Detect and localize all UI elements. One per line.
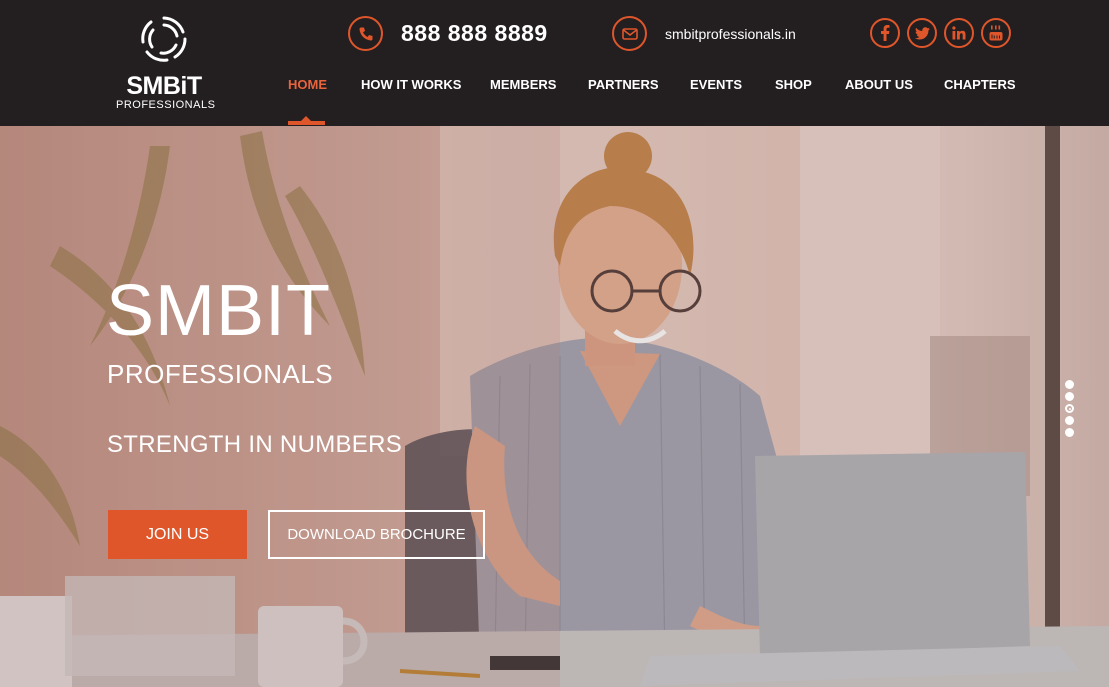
slider-pagination [1065, 380, 1074, 437]
hero-banner: SMBIT PROFESSIONALS STRENGTH IN NUMBERS … [0, 126, 1109, 687]
social-links [870, 18, 1011, 48]
logo-swirl-icon [141, 16, 187, 62]
nav-item-events[interactable]: EVENTS [690, 77, 742, 92]
slider-dot[interactable] [1065, 416, 1074, 425]
slider-dot-active[interactable] [1065, 404, 1074, 413]
slider-dot[interactable] [1065, 392, 1074, 401]
phone-contact[interactable]: 888 888 8889 [348, 16, 548, 51]
slider-dot[interactable] [1065, 428, 1074, 437]
phone-icon [348, 16, 383, 51]
slider-dot[interactable] [1065, 380, 1074, 389]
nav-item-members[interactable]: MEMBERS [490, 77, 556, 92]
nav-item-chapters[interactable]: CHAPTERS [944, 77, 1016, 92]
hero-subtitle: PROFESSIONALS [107, 359, 334, 389]
envelope-icon [612, 16, 647, 51]
hero-background-image [0, 126, 1109, 687]
hero-title: SMBIT [106, 271, 332, 351]
nav-item-shop[interactable]: SHOP [775, 77, 812, 92]
site-header: SMBiT PROFESSIONALS 888 888 8889 smbitpr… [0, 0, 1109, 126]
download-brochure-button[interactable]: DOWNLOAD BROCHURE [268, 510, 485, 559]
nav-item-home[interactable]: HOME [288, 77, 327, 92]
email-address[interactable]: smbitprofessionals.in [665, 26, 796, 42]
facebook-icon[interactable] [870, 18, 900, 48]
youtube-icon[interactable] [981, 18, 1011, 48]
join-us-button[interactable]: JOIN US [108, 510, 247, 559]
logo[interactable]: SMBiT PROFESSIONALS [116, 14, 216, 111]
email-contact[interactable]: smbitprofessionals.in [612, 16, 796, 51]
nav-item-how-it-works[interactable]: HOW IT WORKS [361, 77, 461, 92]
logo-brand: SMBiT [126, 72, 202, 100]
hero-tagline: STRENGTH IN NUMBERS [107, 431, 403, 458]
linkedin-icon[interactable] [944, 18, 974, 48]
nav-active-indicator [288, 116, 325, 125]
logo-sub: PROFESSIONALS [116, 99, 216, 111]
nav-item-about-us[interactable]: ABOUT US [845, 77, 913, 92]
phone-number[interactable]: 888 888 8889 [401, 20, 548, 47]
twitter-icon[interactable] [907, 18, 937, 48]
nav-item-partners[interactable]: PARTNERS [588, 77, 659, 92]
